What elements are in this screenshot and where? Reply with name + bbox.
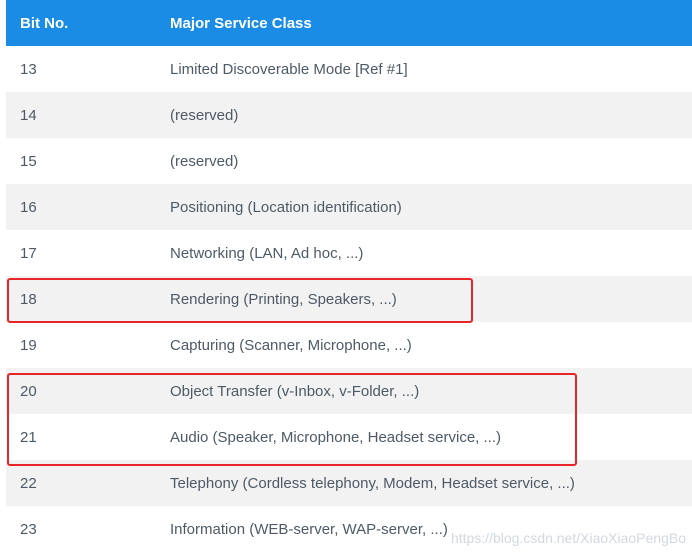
- table-row: 14 (reserved): [6, 92, 692, 138]
- watermark: https://blog.csdn.net/XiaoXiaoPengBo: [450, 530, 686, 546]
- bit-cell: 15: [20, 152, 37, 170]
- bit-cell: 16: [20, 198, 37, 216]
- class-cell: Object Transfer (v-Inbox, v-Folder, ...): [170, 382, 420, 400]
- table-row: 17 Networking (LAN, Ad hoc, ...): [6, 230, 692, 276]
- class-cell: Networking (LAN, Ad hoc, ...): [170, 244, 364, 262]
- bit-cell: 23: [20, 520, 37, 538]
- header-major-service-class: Major Service Class: [170, 14, 312, 32]
- header-bit-no: Bit No.: [20, 14, 69, 32]
- service-class-table: Bit No. Major Service Class 13 Limited D…: [6, 0, 692, 552]
- table-row: 20 Object Transfer (v-Inbox, v-Folder, .…: [6, 368, 692, 414]
- class-cell: Audio (Speaker, Microphone, Headset serv…: [170, 428, 501, 446]
- table-row: 19 Capturing (Scanner, Microphone, ...): [6, 322, 692, 368]
- class-cell: Telephony (Cordless telephony, Modem, He…: [170, 474, 575, 492]
- bit-cell: 18: [20, 290, 37, 308]
- bit-cell: 22: [20, 474, 37, 492]
- bit-cell: 14: [20, 106, 37, 124]
- table-row: 13 Limited Discoverable Mode [Ref #1]: [6, 46, 692, 92]
- table-row: 22 Telephony (Cordless telephony, Modem,…: [6, 460, 692, 506]
- class-cell: Rendering (Printing, Speakers, ...): [170, 290, 397, 308]
- class-cell: (reserved): [170, 152, 239, 170]
- bit-cell: 20: [20, 382, 37, 400]
- table-row: 16 Positioning (Location identification): [6, 184, 692, 230]
- class-cell: Positioning (Location identification): [170, 198, 402, 216]
- bit-cell: 21: [20, 428, 37, 446]
- bit-cell: 19: [20, 336, 37, 354]
- class-cell: Limited Discoverable Mode [Ref #1]: [170, 60, 408, 78]
- table-row: 21 Audio (Speaker, Microphone, Headset s…: [6, 414, 692, 460]
- bit-cell: 13: [20, 60, 37, 78]
- table-row: 18 Rendering (Printing, Speakers, ...): [6, 276, 692, 322]
- table-header-row: Bit No. Major Service Class: [6, 0, 692, 46]
- class-cell: Capturing (Scanner, Microphone, ...): [170, 336, 412, 354]
- table-row: 15 (reserved): [6, 138, 692, 184]
- class-cell: (reserved): [170, 106, 239, 124]
- bit-cell: 17: [20, 244, 37, 262]
